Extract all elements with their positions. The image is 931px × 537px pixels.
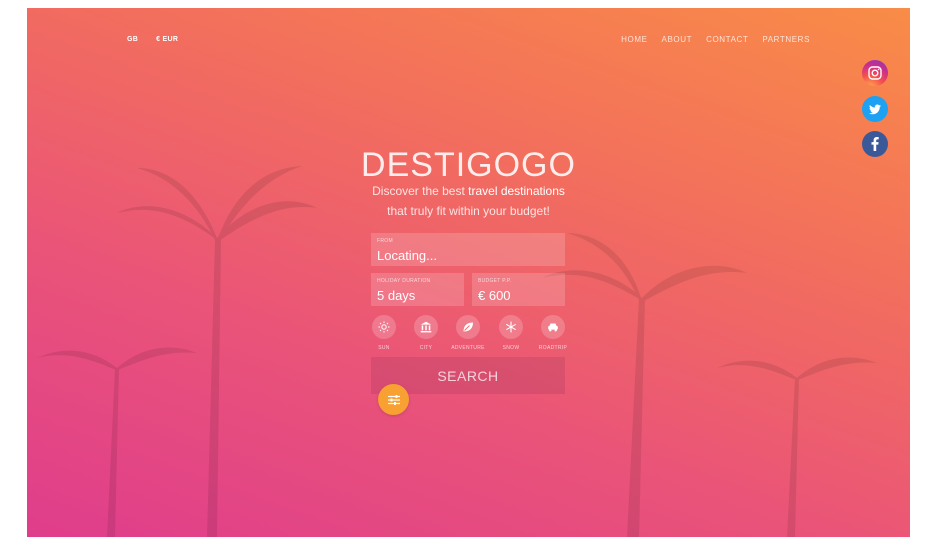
main-nav: HOME ABOUT CONTACT PARTNERS [621, 35, 810, 44]
tagline-prefix: Discover the best [372, 184, 469, 198]
from-field[interactable]: FROM Locating... [371, 233, 565, 266]
instagram-icon[interactable] [862, 60, 888, 86]
from-label: FROM [377, 238, 393, 244]
nav-about[interactable]: ABOUT [662, 35, 693, 44]
car-icon [541, 315, 565, 339]
country-selector[interactable]: GB [127, 36, 138, 43]
nav-home[interactable]: HOME [621, 35, 647, 44]
from-value[interactable]: Locating... [377, 248, 437, 263]
duration-label: HOLIDAY DURATION [377, 278, 431, 284]
palm-trees-backdrop [37, 166, 877, 537]
budget-field[interactable]: BUDGET P.P. € 600 [472, 273, 565, 306]
currency-selector[interactable]: € EUR [156, 36, 178, 43]
brand-title: DESTIGOGO [361, 146, 576, 184]
sliders-icon [387, 394, 400, 405]
tagline-highlight: travel destinations [468, 184, 565, 198]
twitter-icon[interactable] [862, 96, 888, 122]
sun-icon [372, 315, 396, 339]
category-roadtrip[interactable]: ROADTRIP [528, 315, 578, 351]
budget-value[interactable]: € 600 [478, 288, 511, 303]
duration-field[interactable]: HOLIDAY DURATION 5 days [371, 273, 464, 306]
budget-label: BUDGET P.P. [478, 278, 512, 284]
landmark-icon [414, 315, 438, 339]
tagline-line-2: that truly fit within your budget! [387, 204, 550, 218]
duration-value[interactable]: 5 days [377, 288, 415, 303]
tagline-line-1: Discover the best travel destinations [27, 184, 910, 198]
category-roadtrip-label: ROADTRIP [538, 345, 568, 351]
leaf-icon [456, 315, 480, 339]
nav-contact[interactable]: CONTACT [706, 35, 748, 44]
hero-background: GB € EUR HOME ABOUT CONTACT PARTNERS DES… [27, 8, 910, 537]
filter-sliders-button[interactable] [378, 384, 409, 415]
snowflake-icon [499, 315, 523, 339]
nav-partners[interactable]: PARTNERS [762, 35, 810, 44]
locale-switcher: GB € EUR [127, 36, 178, 43]
